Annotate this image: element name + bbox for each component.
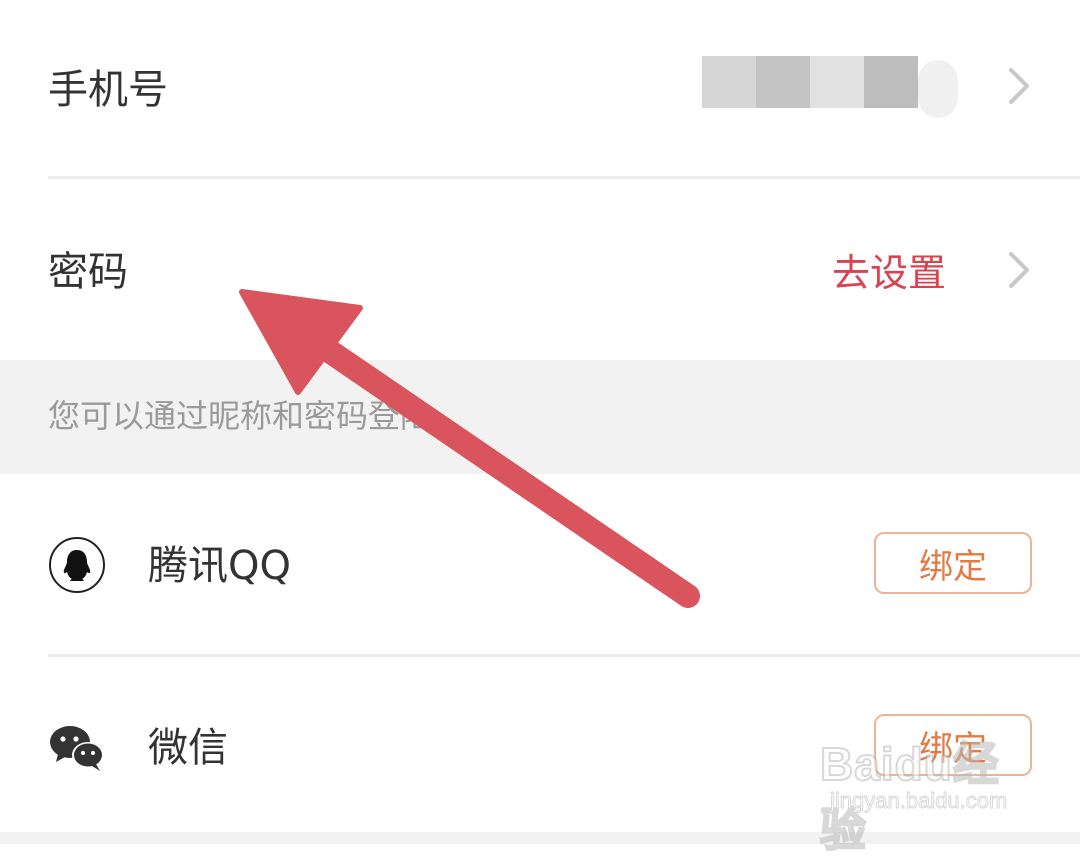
wechat-icon [50,726,104,771]
login-hint-text: 您可以通过昵称和密码登陆 [48,397,433,435]
password-label: 密码 [48,249,128,295]
chevron-right-icon [1009,252,1029,288]
phone-label: 手机号 [48,67,168,113]
blurred-phone-number [702,56,958,118]
qq-penguin-icon [49,537,105,593]
divider [48,654,1080,657]
divider [48,176,1080,179]
bind-qq-button[interactable]: 绑定 [874,532,1032,594]
social-row-qq: 腾讯QQ 绑定 [0,474,1080,654]
set-password-link[interactable]: 去设置 [832,254,946,292]
phone-row[interactable]: 手机号 [0,0,1080,178]
chevron-right-icon [1009,68,1029,104]
wechat-label: 微信 [148,725,228,771]
qq-label: 腾讯QQ [148,543,291,589]
watermark-url: jingyan.baidu.com [829,788,1008,814]
password-row[interactable]: 密码 去设置 [0,180,1080,360]
baidu-jingyan-watermark: Baidu经验 jingyan.baidu.com [819,728,1020,857]
